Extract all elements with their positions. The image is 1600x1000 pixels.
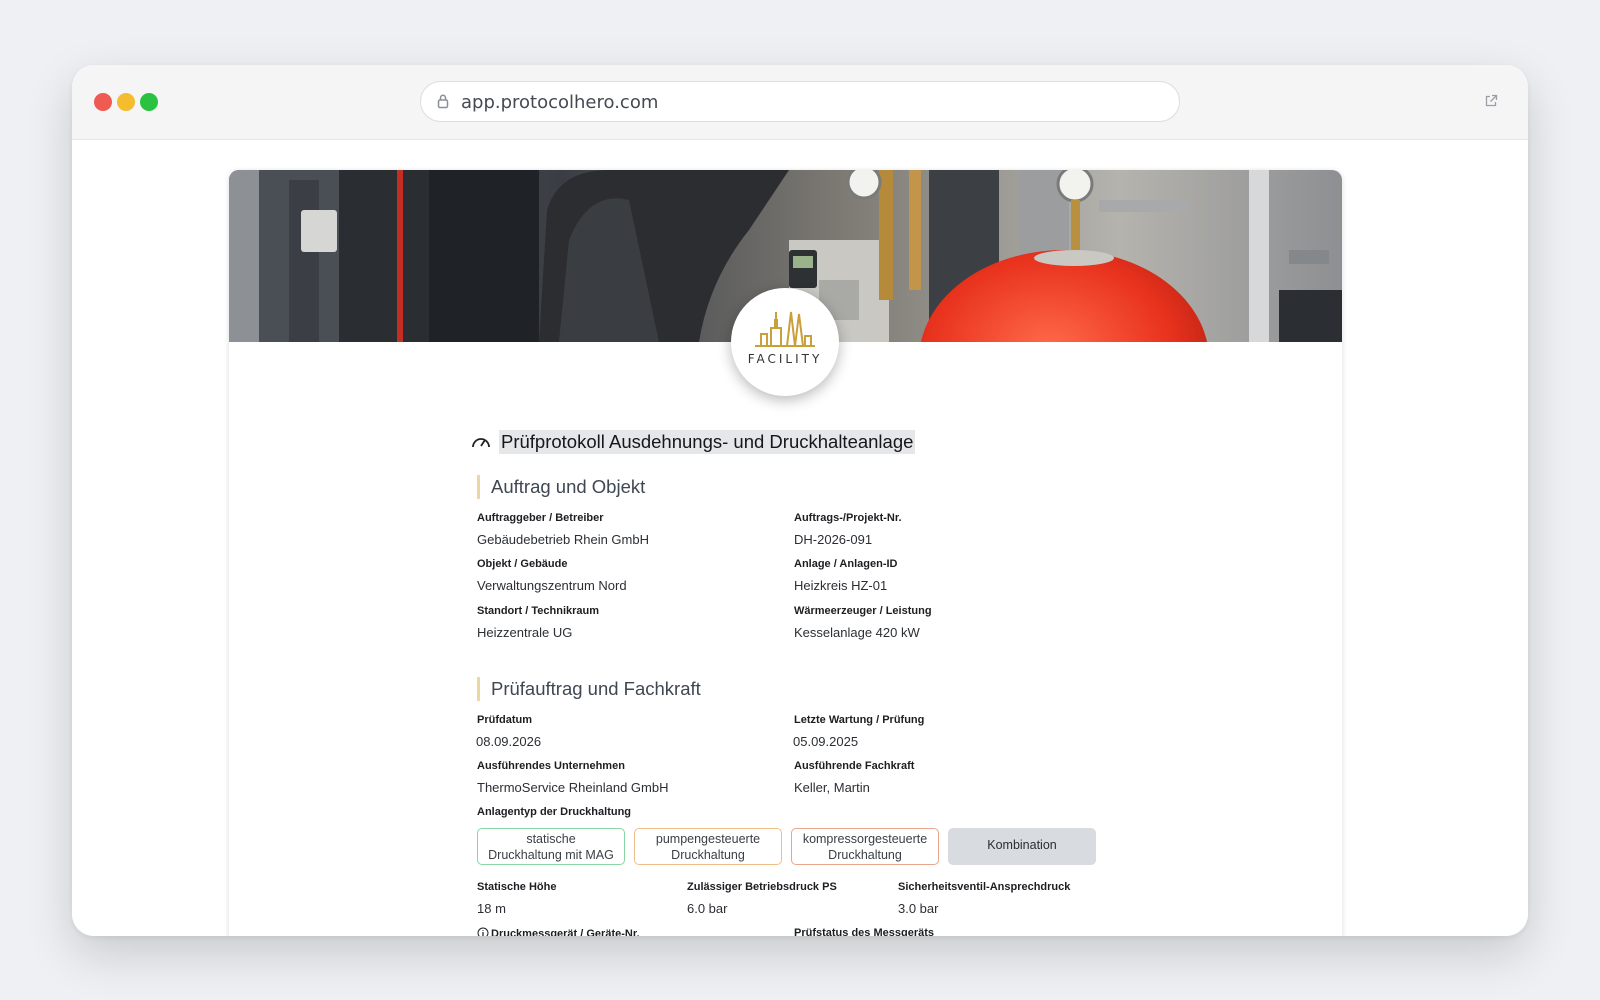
field-label-anlagentyp: Anlagentyp der Druckhaltung [477, 806, 632, 818]
skyline-logo-icon [755, 311, 815, 347]
section-heading-auftrag: Auftrag und Objekt [477, 475, 645, 499]
option-line-1: pumpengesteuerte [655, 832, 761, 846]
field-label-anlage: Anlage / Anlagen-ID [794, 558, 898, 570]
option-line-2: Druckhaltung [671, 848, 745, 862]
section-heading-pruefauftrag: Prüfauftrag und Fachkraft [477, 677, 701, 701]
option-statische-druckhaltung[interactable]: statische Druckhaltung mit MAG [477, 828, 625, 865]
page-title: Prüfprotokoll Ausdehnungs- und Druckhalt… [499, 430, 916, 454]
field-value-fachkraft[interactable]: Keller, Martin [794, 780, 870, 795]
field-label-letzte-wartung: Letzte Wartung / Prüfung [794, 714, 925, 726]
browser-titlebar: app.protocolhero.com [72, 65, 1528, 140]
field-value-anlage[interactable]: Heizkreis HZ-01 [794, 578, 887, 593]
field-label-standort: Standort / Technikraum [477, 605, 600, 617]
maximize-window-button[interactable] [140, 93, 158, 111]
field-value-sicherheitsventil[interactable]: 3.0 bar [898, 901, 938, 916]
field-label-objekt: Objekt / Gebäude [477, 558, 568, 570]
option-line-1: statische [526, 832, 576, 846]
field-label-druckmessgeraet: Druckmessgerät / Geräte-Nr. [477, 927, 640, 936]
field-label-betriebsdruck: Zulässiger Betriebsdruck PS [687, 881, 837, 893]
field-label-waermeerzeuger: Wärmeerzeuger / Leistung [794, 605, 932, 617]
field-value-objekt[interactable]: Verwaltungszentrum Nord [477, 578, 627, 593]
option-line-2: Druckhaltung [828, 848, 902, 862]
field-label-statische-hoehe: Statische Höhe [477, 881, 557, 893]
open-external-icon[interactable] [1484, 94, 1498, 113]
field-label-pruefstatus: Prüfstatus des Messgeräts [794, 927, 934, 936]
field-value-auftraggeber[interactable]: Gebäudebetrieb Rhein GmbH [477, 532, 649, 547]
gauge-icon [471, 433, 491, 454]
field-value-projekt-nr[interactable]: DH-2026-091 [794, 532, 872, 547]
field-value-pruefdatum[interactable]: 08.09.2026 [476, 734, 541, 749]
field-value-letzte-wartung[interactable]: 05.09.2025 [793, 734, 858, 749]
field-label-projekt-nr: Auftrags-/Projekt-Nr. [794, 512, 902, 524]
field-value-unternehmen[interactable]: ThermoService Rheinland GmbH [477, 780, 668, 795]
protocol-card: FACILITY Prüfprotokoll Ausdehnungs- und … [229, 170, 1342, 936]
option-label: Kombination [987, 838, 1057, 852]
field-value-statische-hoehe[interactable]: 18 m [477, 901, 506, 916]
close-window-button[interactable] [94, 93, 112, 111]
option-kompressorgesteuerte-druckhaltung[interactable]: kompressorgesteuerte Druckhaltung [791, 828, 939, 865]
logo-text: FACILITY [747, 352, 823, 366]
field-label-auftraggeber: Auftraggeber / Betreiber [477, 512, 604, 524]
url-text: app.protocolhero.com [461, 92, 659, 113]
option-kombination[interactable]: Kombination [948, 828, 1096, 865]
field-value-standort[interactable]: Heizzentrale UG [477, 625, 572, 640]
lock-icon [437, 93, 449, 114]
field-label-text: Druckmessgerät / Geräte-Nr. [491, 928, 640, 936]
field-label-fachkraft: Ausführende Fachkraft [794, 760, 915, 772]
browser-window: app.protocolhero.com FACILITY Prüfprotok… [72, 65, 1528, 936]
option-line-1: kompressorgesteuerte [802, 832, 928, 846]
field-label-pruefdatum: Prüfdatum [477, 714, 532, 726]
field-value-betriebsdruck[interactable]: 6.0 bar [687, 901, 727, 916]
anlagentyp-options: statische Druckhaltung mit MAG pumpenges… [477, 828, 1097, 866]
option-pumpengesteuerte-druckhaltung[interactable]: pumpengesteuerte Druckhaltung [634, 828, 782, 865]
option-line-2: Druckhaltung mit MAG [488, 848, 614, 862]
field-label-unternehmen: Ausführendes Unternehmen [477, 760, 625, 772]
info-icon[interactable] [477, 927, 489, 936]
field-value-waermeerzeuger[interactable]: Kesselanlage 420 kW [794, 625, 920, 640]
minimize-window-button[interactable] [117, 93, 135, 111]
facility-logo: FACILITY [731, 288, 839, 396]
address-bar[interactable]: app.protocolhero.com [420, 81, 1180, 122]
page-viewport: FACILITY Prüfprotokoll Ausdehnungs- und … [72, 140, 1528, 936]
field-label-sicherheitsventil: Sicherheitsventil-Ansprechdruck [898, 881, 1071, 893]
